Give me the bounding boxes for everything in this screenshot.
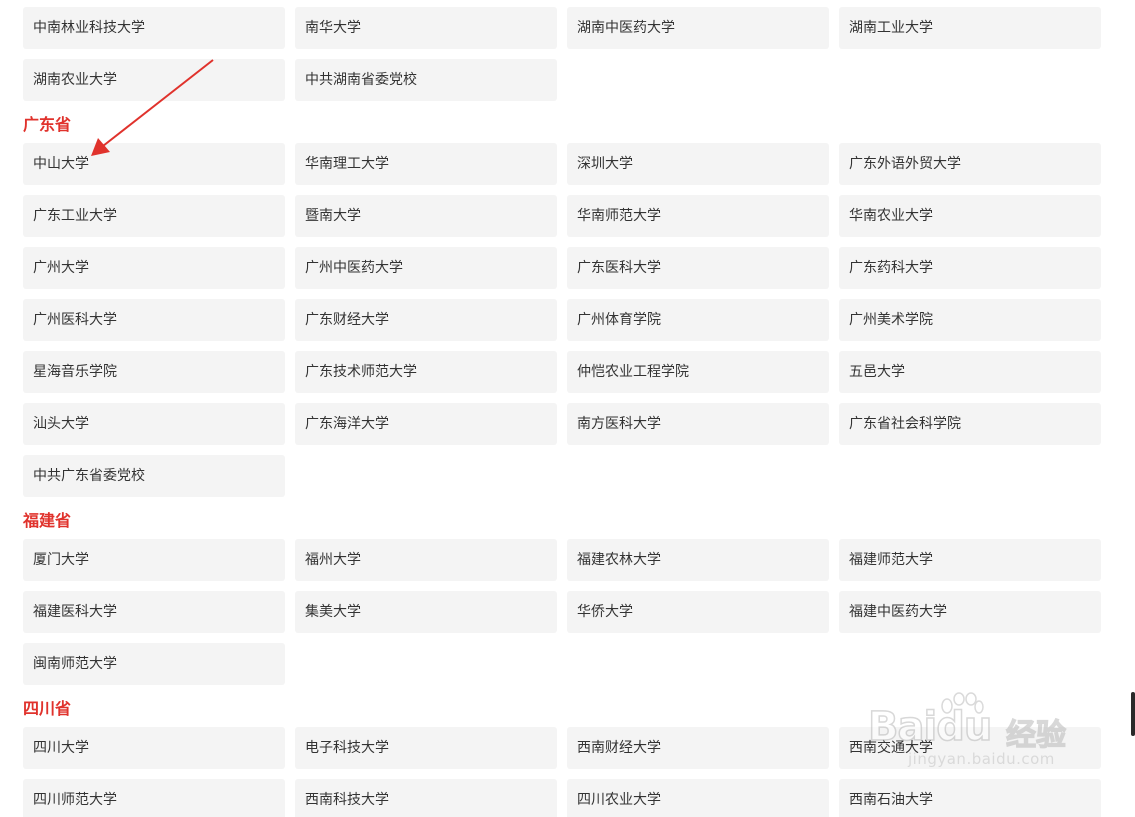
university-link[interactable]: 闽南师范大学 [23,643,285,685]
university-link[interactable]: 四川大学 [23,727,285,769]
university-link[interactable]: 福建中医药大学 [839,591,1101,633]
university-link[interactable]: 西南财经大学 [567,727,829,769]
university-link[interactable]: 华南农业大学 [839,195,1101,237]
university-link[interactable]: 华侨大学 [567,591,829,633]
university-link[interactable]: 集美大学 [295,591,557,633]
university-list: 中南林业科技大学 南华大学 湖南中医药大学 湖南工业大学 湖南农业大学 中共湖南省委党校广… [23,7,1103,817]
university-link[interactable]: 福建农林大学 [567,539,829,581]
university-link[interactable]: 广东工业大学 [23,195,285,237]
university-link[interactable]: 广东技术师范大学 [295,351,557,393]
university-link[interactable]: 广东药科大学 [839,247,1101,289]
university-link[interactable]: 广东省社会科学院 [839,403,1101,445]
university-link[interactable]: 中共广东省委党校 [23,455,285,497]
province-heading: 广东省 [23,115,72,134]
university-link[interactable]: 汕头大学 [23,403,285,445]
university-link[interactable]: 仲恺农业工程学院 [567,351,829,393]
university-link[interactable]: 电子科技大学 [295,727,557,769]
university-link[interactable]: 广州医科大学 [23,299,285,341]
university-link[interactable]: 西南科技大学 [295,779,557,817]
university-link[interactable]: 中南林业科技大学 [23,7,285,49]
university-link[interactable]: 广东海洋大学 [295,403,557,445]
university-link[interactable]: 广州体育学院 [567,299,829,341]
university-link[interactable]: 厦门大学 [23,539,285,581]
university-link[interactable]: 四川师范大学 [23,779,285,817]
university-link[interactable]: 四川农业大学 [567,779,829,817]
university-link[interactable]: 广州美术学院 [839,299,1101,341]
university-link[interactable]: 暨南大学 [295,195,557,237]
university-link[interactable]: 西南石油大学 [839,779,1101,817]
university-link[interactable]: 华南理工大学 [295,143,557,185]
university-link[interactable]: 南华大学 [295,7,557,49]
university-link[interactable]: 广东医科大学 [567,247,829,289]
university-link[interactable]: 西南交通大学 [839,727,1101,769]
university-grid: 四川大学 电子科技大学 西南财经大学 西南交通大学四川师范大学 西南科技大学 四川农业大学… [23,727,1103,817]
university-grid: 厦门大学 福州大学 福建农林大学 福建师范大学福建医科大学 集美大学 华侨大学 福建中医药大… [23,539,1103,685]
university-link[interactable]: 福建师范大学 [839,539,1101,581]
university-grid: 中山大学 华南理工大学 深圳大学 广东外语外贸大学广东工业大学 暨南大学 华南师范大学 华南… [23,143,1103,497]
university-link[interactable]: 广东外语外贸大学 [839,143,1101,185]
university-link[interactable]: 广州大学 [23,247,285,289]
university-grid: 中南林业科技大学 南华大学 湖南中医药大学 湖南工业大学湖南农业大学 中共湖南省委党校 [23,7,1103,101]
province-heading: 四川省 [23,699,72,718]
university-link[interactable]: 福州大学 [295,539,557,581]
university-link[interactable]: 中共湖南省委党校 [295,59,557,101]
university-link[interactable]: 华南师范大学 [567,195,829,237]
university-link[interactable]: 星海音乐学院 [23,351,285,393]
page: 中南林业科技大学 南华大学 湖南中医药大学 湖南工业大学 湖南农业大学 中共湖南省委党校广… [0,0,1135,817]
university-link[interactable]: 中山大学 [23,143,285,185]
university-link[interactable]: 广州中医药大学 [295,247,557,289]
university-link[interactable]: 湖南农业大学 [23,59,285,101]
university-link[interactable]: 湖南工业大学 [839,7,1101,49]
university-link[interactable]: 福建医科大学 [23,591,285,633]
university-link[interactable]: 五邑大学 [839,351,1101,393]
scrollbar-thumb[interactable] [1131,692,1135,736]
province-heading: 福建省 [23,511,72,530]
university-link[interactable]: 湖南中医药大学 [567,7,829,49]
university-link[interactable]: 广东财经大学 [295,299,557,341]
university-link[interactable]: 南方医科大学 [567,403,829,445]
university-link[interactable]: 深圳大学 [567,143,829,185]
